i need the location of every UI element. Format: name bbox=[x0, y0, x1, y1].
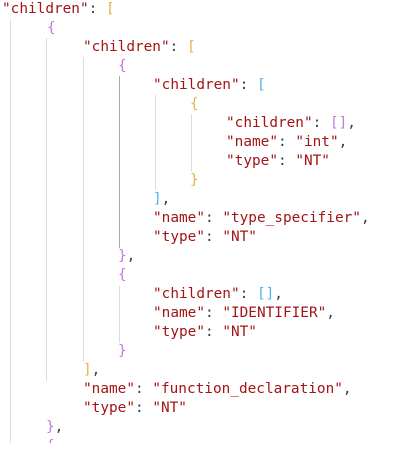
punctuation: : bbox=[312, 115, 330, 131]
punctuation: , bbox=[360, 210, 370, 226]
json-string: "NT" bbox=[152, 400, 187, 416]
punctuation: , bbox=[274, 286, 283, 302]
bracket: } bbox=[190, 172, 199, 188]
bracket: } bbox=[118, 343, 127, 359]
json-string: "IDENTIFIER" bbox=[222, 305, 327, 321]
json-string: "NT" bbox=[295, 153, 330, 169]
code-line: "type": "NT" bbox=[153, 323, 257, 342]
bracket: } bbox=[46, 419, 55, 435]
punctuation: : bbox=[134, 381, 153, 397]
punctuation: : bbox=[204, 324, 223, 340]
json-string: "int" bbox=[295, 134, 339, 150]
code-line: "name": "IDENTIFIER", bbox=[153, 304, 335, 323]
json-key: "name" bbox=[153, 210, 205, 226]
punctuation: , bbox=[326, 305, 335, 321]
punctuation: , bbox=[126, 248, 136, 264]
indent-guide bbox=[155, 95, 156, 190]
punctuation: , bbox=[342, 381, 352, 397]
code-line: "type": "NT" bbox=[226, 152, 330, 171]
bracket: { bbox=[190, 96, 199, 112]
json-key: "name" bbox=[226, 134, 278, 150]
code-line: "name": "type_specifier", bbox=[153, 209, 370, 228]
code-line: ], bbox=[83, 361, 100, 380]
indent-guide bbox=[10, 19, 11, 451]
code-line: "name": "int", bbox=[226, 133, 347, 152]
punctuation: , bbox=[161, 191, 171, 207]
bracket: { bbox=[118, 267, 127, 283]
bracket: [ bbox=[186, 39, 196, 55]
json-key: "children" bbox=[153, 286, 240, 302]
code-line: "type": "NT" bbox=[83, 399, 187, 418]
punctuation: , bbox=[54, 419, 64, 435]
json-string: "type_specifier" bbox=[222, 210, 361, 226]
bracket: ] bbox=[83, 362, 92, 378]
json-key: "name" bbox=[83, 381, 135, 397]
bracket: [] bbox=[256, 286, 275, 302]
code-line: { bbox=[47, 19, 56, 38]
code-line: "name": "function_declaration", bbox=[83, 380, 352, 399]
code-line: "children": [ bbox=[153, 76, 266, 95]
code-line: "children": [], bbox=[226, 114, 356, 133]
code-line: { bbox=[190, 95, 199, 114]
bracket: ] bbox=[153, 191, 162, 207]
code-line: } bbox=[118, 342, 127, 361]
json-key: "children" bbox=[83, 39, 170, 55]
bracket: } bbox=[118, 248, 127, 264]
json-key: "name" bbox=[153, 305, 205, 321]
punctuation: : bbox=[239, 77, 257, 93]
bracket: { bbox=[47, 20, 56, 36]
punctuation: : bbox=[204, 210, 223, 226]
indent-guide bbox=[191, 114, 192, 171]
code-line: { bbox=[118, 266, 127, 285]
punctuation: : bbox=[277, 134, 296, 150]
json-key: "type" bbox=[83, 400, 135, 416]
punctuation: : bbox=[277, 153, 296, 169]
punctuation: : bbox=[204, 305, 223, 321]
indent-guide-active bbox=[119, 76, 120, 248]
json-string: "function_declaration" bbox=[152, 381, 343, 397]
code-line: { bbox=[118, 57, 127, 76]
code-line: "children": [ bbox=[2, 0, 115, 19]
code-line: "children": [], bbox=[153, 285, 283, 304]
json-key: "type" bbox=[153, 324, 205, 340]
punctuation: : bbox=[204, 229, 223, 245]
punctuation: : bbox=[169, 39, 187, 55]
json-key: "type" bbox=[226, 153, 278, 169]
code-line: }, bbox=[46, 418, 63, 437]
indent-guide bbox=[83, 57, 84, 362]
json-key: "type" bbox=[153, 229, 205, 245]
bracket: [ bbox=[256, 77, 266, 93]
json-string: "NT" bbox=[222, 324, 257, 340]
punctuation: , bbox=[91, 362, 101, 378]
json-code-editor[interactable]: "children": [{"children": [{"children": … bbox=[0, 0, 419, 451]
indent-guide bbox=[46, 38, 47, 381]
code-line: }, bbox=[118, 247, 135, 266]
punctuation: , bbox=[347, 115, 356, 131]
bracket: { bbox=[118, 58, 127, 74]
punctuation: , bbox=[338, 134, 348, 150]
code-line: "children": [ bbox=[83, 38, 196, 57]
bracket: [] bbox=[329, 115, 348, 131]
code-line: "type": "NT" bbox=[153, 228, 257, 247]
json-string: "NT" bbox=[222, 229, 257, 245]
punctuation: : bbox=[88, 1, 106, 17]
punctuation: : bbox=[134, 400, 153, 416]
indent-guide bbox=[119, 286, 120, 343]
punctuation: : bbox=[239, 286, 257, 302]
json-key: "children" bbox=[226, 115, 313, 131]
code-line: ], bbox=[153, 190, 170, 209]
json-key: "children" bbox=[2, 1, 89, 17]
json-key: "children" bbox=[153, 77, 240, 93]
code-line: } bbox=[190, 171, 199, 190]
bracket: [ bbox=[105, 1, 115, 17]
